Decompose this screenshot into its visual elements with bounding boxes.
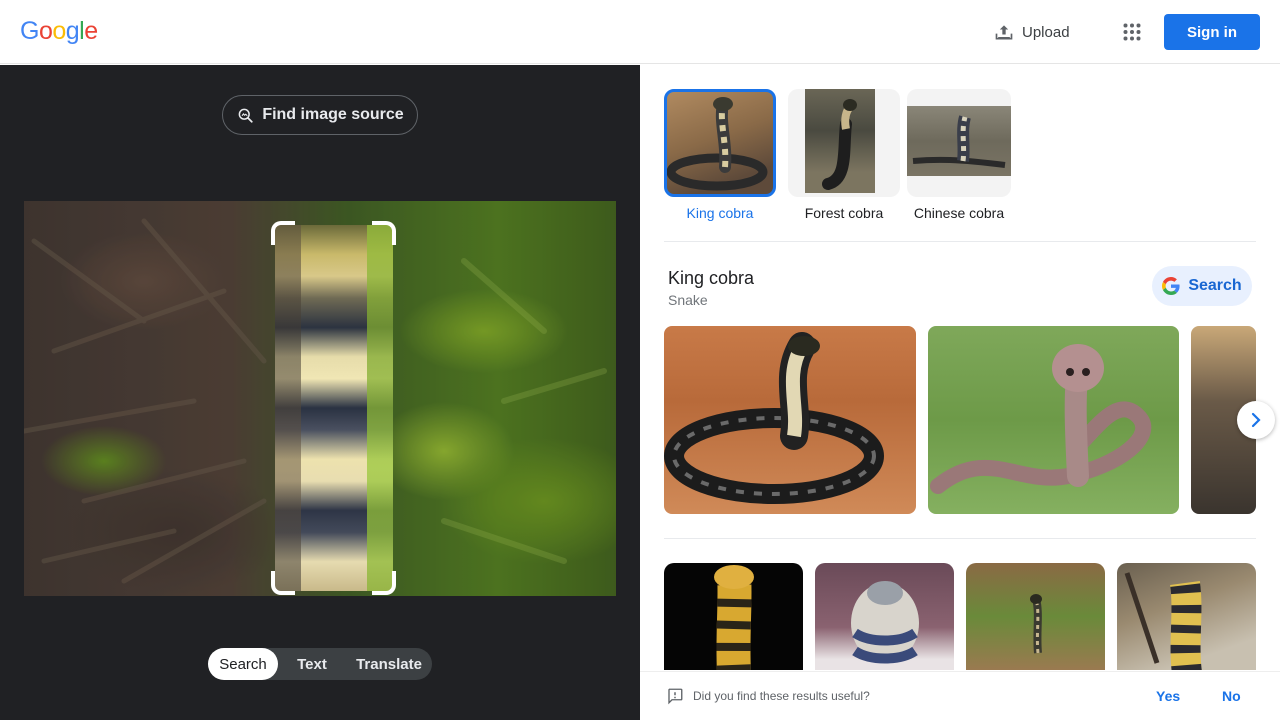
cobra-photo-art: [1030, 594, 1042, 654]
sign-in-button[interactable]: Sign in: [1164, 14, 1260, 50]
cobra-thumbnail-art: [667, 97, 768, 191]
crop-selection-left-edge: [275, 225, 301, 591]
visual-match-4[interactable]: [1117, 563, 1256, 670]
entity-search-button[interactable]: Search: [1152, 266, 1252, 306]
upload-icon: [995, 25, 1013, 40]
entity-subtitle: Snake: [668, 292, 708, 308]
cobra-photo-art: [930, 344, 1152, 494]
result-image-1[interactable]: [664, 326, 916, 514]
feedback-icon: [668, 688, 683, 705]
mode-translate[interactable]: Translate: [346, 648, 432, 680]
google-g-icon: [1162, 277, 1180, 295]
entity-title[interactable]: King cobra: [668, 268, 754, 289]
mode-search[interactable]: Search: [208, 648, 278, 680]
chip-thumbnail: [664, 89, 776, 197]
cobra-thumbnail-art: [822, 99, 857, 190]
crop-overlay: [24, 201, 616, 596]
section-divider: [664, 538, 1256, 539]
logo-letter-g2: g: [65, 17, 80, 45]
feedback-question: Did you find these results useful?: [693, 689, 870, 703]
result-image-2[interactable]: [928, 326, 1179, 514]
results-panel: King cobra Forest cobra Chinese cobra Ki…: [640, 65, 1280, 720]
google-apps-button[interactable]: [1114, 14, 1150, 50]
header-bar: Google Upload Sign in: [0, 0, 1280, 64]
chip-label: Forest cobra: [804, 205, 884, 221]
lens-mode-switcher: Search Text Translate: [208, 648, 432, 680]
chip-thumbnail: [907, 89, 1011, 197]
crop-handle-top-right[interactable]: [372, 221, 396, 245]
crop-selection-region[interactable]: [275, 225, 393, 591]
image-search-icon: [238, 108, 253, 123]
chip-king-cobra[interactable]: King cobra: [664, 89, 776, 221]
logo-letter-g1: G: [20, 17, 39, 45]
upload-label: Upload: [1022, 23, 1070, 41]
chip-thumbnail: [788, 89, 900, 197]
next-images-button[interactable]: [1237, 401, 1275, 439]
crop-selection-right-edge: [367, 225, 393, 591]
crop-handle-bottom-right[interactable]: [372, 571, 396, 595]
cobra-photo-art: [1124, 572, 1202, 670]
cobra-photo-art: [714, 565, 754, 670]
entity-search-label: Search: [1188, 277, 1242, 294]
chip-label: King cobra: [686, 205, 754, 221]
logo-letter-o2: o: [52, 17, 66, 45]
cobra-thumbnail-art: [912, 115, 1006, 168]
cobra-photo-art: [851, 581, 919, 664]
visual-match-2[interactable]: [815, 563, 954, 670]
feedback-bar: Did you find these results useful? Yes N…: [640, 671, 1280, 720]
query-image-panel: Find image source Search Text Translate: [0, 65, 640, 720]
find-image-source-label: Find image source: [262, 106, 404, 123]
logo-letter-e: e: [84, 17, 98, 45]
feedback-yes-button[interactable]: Yes: [1156, 688, 1180, 704]
upload-button[interactable]: Upload: [984, 14, 1080, 50]
visual-match-1[interactable]: [664, 563, 803, 670]
mode-text[interactable]: Text: [278, 648, 346, 680]
find-image-source-button[interactable]: Find image source: [222, 95, 418, 135]
chip-forest-cobra[interactable]: Forest cobra: [788, 89, 900, 221]
chevron-right-icon: [1251, 412, 1261, 428]
section-divider: [664, 241, 1256, 242]
crop-handle-top-left[interactable]: [271, 221, 295, 245]
chip-label: Chinese cobra: [913, 205, 1005, 221]
google-logo[interactable]: Google: [20, 17, 98, 46]
apps-grid-icon: [1123, 23, 1141, 41]
chip-chinese-cobra[interactable]: Chinese cobra: [907, 89, 1011, 221]
logo-letter-o1: o: [38, 17, 53, 45]
feedback-no-button[interactable]: No: [1222, 688, 1241, 704]
crop-handle-bottom-left[interactable]: [271, 571, 295, 595]
cobra-photo-art: [664, 332, 884, 504]
visual-match-3[interactable]: [966, 563, 1105, 670]
